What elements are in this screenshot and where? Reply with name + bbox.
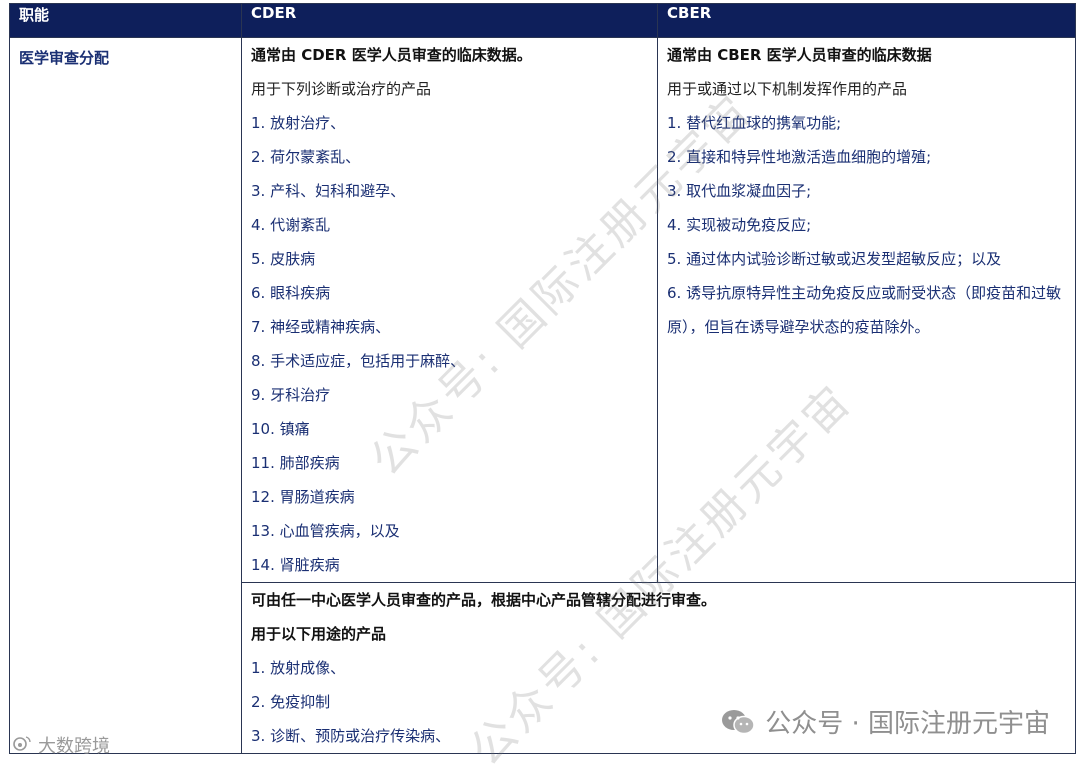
cder-cell: 通常由 CDER 医学人员审查的临床数据。 用于下列诊断或治疗的产品 1. 放射… (241, 37, 658, 583)
list-item: 2. 直接和特异性地激活造血细胞的增殖; (667, 148, 932, 166)
header-cber: CBER (657, 3, 1076, 38)
list-item: 1. 放射治疗、 (251, 114, 346, 132)
table-header-row: 职能 CDER CBER (9, 3, 1076, 38)
cder-title: 通常由 CDER 医学人员审查的临床数据。 (251, 46, 532, 64)
header-function: 职能 (9, 3, 242, 38)
shared-title: 可由任一中心医学人员审查的产品，根据中心产品管辖分配进行审查。 (251, 591, 717, 609)
footer-left-text: 大数跨境 (38, 736, 110, 757)
list-item: 4. 代谢紊乱 (251, 216, 331, 234)
footer-source-mark: 大数跨境 (12, 732, 110, 758)
list-item: 8. 手术适应症，包括用于麻醉、 (251, 352, 466, 370)
list-item: 11. 肺部疾病 (251, 454, 340, 472)
wechat-icon (721, 708, 755, 736)
list-item: 9. 牙科治疗 (251, 386, 331, 404)
list-item: 6. 眼科疾病 (251, 284, 331, 302)
list-item: 1. 替代红血球的携氧功能; (667, 114, 842, 132)
list-item: 3. 取代血浆凝血因子; (667, 182, 812, 200)
document-page: 职能 CDER CBER 医学审查分配 通常由 CDER 医学人员审查的临床数据… (0, 0, 1080, 764)
row-label: 医学审查分配 (19, 49, 110, 67)
list-item: 5. 皮肤病 (251, 250, 316, 268)
cber-title: 通常由 CBER 医学人员审查的临床数据 (667, 46, 932, 64)
list-item: 12. 胃肠道疾病 (251, 488, 355, 506)
list-item: 3. 产科、妇科和避孕、 (251, 182, 406, 200)
list-item: 10. 镇痛 (251, 420, 310, 438)
list-item: 5. 通过体内试验诊断过敏或迟发型超敏反应；以及 (667, 250, 1002, 268)
cber-cell: 通常由 CBER 医学人员审查的临床数据 用于或通过以下机制发挥作用的产品 1.… (657, 37, 1076, 583)
shared-intro: 用于以下用途的产品 (251, 625, 387, 643)
jurisdiction-table: 职能 CDER CBER 医学审查分配 通常由 CDER 医学人员审查的临床数据… (9, 3, 1076, 754)
weibo-icon (12, 735, 32, 756)
footer-right-text: 公众号 · 国际注册元宇宙 (765, 709, 1050, 739)
list-item: 4. 实现被动免疫反应; (667, 216, 812, 234)
header-cder: CDER (241, 3, 658, 38)
list-item: 7. 神经或精神疾病、 (251, 318, 391, 336)
table-row: 医学审查分配 通常由 CDER 医学人员审查的临床数据。 用于下列诊断或治疗的产… (9, 37, 1076, 754)
list-item: 13. 心血管疾病，以及 (251, 522, 400, 540)
cder-intro: 用于下列诊断或治疗的产品 (251, 80, 432, 98)
list-item: 14. 肾脏疾病 (251, 556, 340, 574)
row-label-cell: 医学审查分配 (9, 37, 242, 754)
footer-account-mark: 公众号 · 国际注册元宇宙 (721, 703, 1050, 740)
list-item: 2. 荷尔蒙紊乱、 (251, 148, 361, 166)
cber-intro: 用于或通过以下机制发挥作用的产品 (667, 80, 908, 98)
list-item: 6. 诱导抗原特异性主动免疫反应或耐受状态（即疫苗和过敏原），但旨在诱导避孕状态… (667, 284, 1062, 336)
list-item: 1. 放射成像、 (251, 659, 346, 677)
